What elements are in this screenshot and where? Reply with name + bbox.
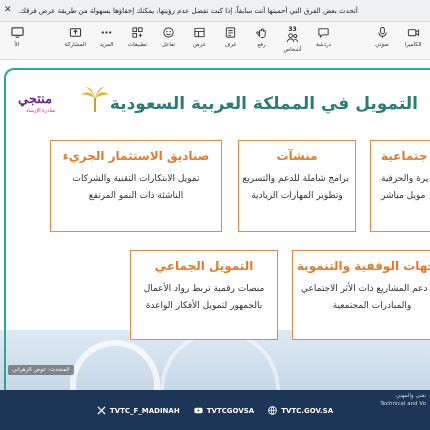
card-social: جتماعية يرة والحرفية مويل مباشر [370,140,430,232]
react-button[interactable]: تفاعل [158,26,180,48]
rooms-button[interactable]: غرف [220,26,242,48]
social-x-label: TVTC_F_MADINAH [109,406,180,415]
more-button[interactable]: المزيد [96,26,118,48]
people-button[interactable]: 33 أشخاص [282,26,304,53]
social-links: TVTC_F_MADINAH TVTCGOVSA TVTC.GOV.SA [0,406,430,415]
card-heading: جتماعية [381,149,428,163]
logo-tagline: مبادرة الإرشاد [26,108,56,114]
card-heading: الجهات الوقفية والتنموية [296,259,430,273]
x-icon [97,406,106,415]
view-icon [194,27,205,38]
camera-label: الكاميرا [404,42,422,48]
people-label: أشخاص [283,47,302,53]
raise-hand-button[interactable]: رفع [251,26,273,48]
palm-logo-icon [81,87,109,112]
toolbar-center: المشاركة المزيد تطبيقات تفاعل عرض غرف رف… [65,26,335,53]
card-endowment: الجهات الوقفية والتنموية دعم المشاريع ذا… [292,250,430,340]
card-line: منصات رقمية تربط رواد الأعمال [143,284,265,294]
camera-button[interactable]: الكاميرا [402,26,424,48]
card-line: بالجمهور لتمويل الأفكار الواعدة [145,301,263,311]
chat-button[interactable]: دردشة [313,26,335,48]
leave-label: الأ [14,42,20,48]
card-line: الناشئة ذات النمو المرتفع [88,191,184,201]
monitor-icon [10,27,24,38]
react-icon [163,27,174,38]
banner-text: أتحدث بعض الفرق التي أحميتها أنت سابقاً.… [18,6,358,15]
mic-icon [377,26,387,39]
apps-label: تطبيقات [128,42,147,48]
chat-icon [318,28,329,38]
card-crowdfunding: التمويل الجماعي منصات رقمية تربط رواد ال… [130,250,278,340]
logo-wordmark: منتجي [18,92,53,107]
social-youtube[interactable]: TVTCGOVSA [194,406,255,415]
logo: منتجي مبادرة الإرشاد [18,86,110,118]
toolbar-left: الأ [6,26,28,48]
apps-button[interactable]: تطبيقات [127,26,149,48]
shared-slide: منتجي مبادرة الإرشاد التمويل في المملكة … [0,60,430,390]
share-button[interactable]: المشاركة [65,26,87,48]
toolbar-right: صوتي الكاميرا [371,26,424,48]
mic-label: صوتي [375,42,389,48]
card-venture-funds: صناديق الاستثمار الجريء تمويل الابتكارات… [50,140,222,232]
card-line: تمويل الابتكارات التقنية والشركات [72,174,200,184]
apps-icon [132,27,143,38]
notes-icon [225,27,236,38]
view-label: عرض [193,42,206,48]
leave-button[interactable]: الأ [6,26,28,48]
notification-banner: ✕ أتحدث بعض الفرق التي أحميتها أنت سابقا… [0,0,430,22]
more-label: المزيد [99,42,114,48]
more-icon [101,31,112,34]
card-heading: صناديق الاستثمار الجريء [62,149,210,163]
card-line: برامج شاملة للدعم والتسريع [242,174,350,184]
card-line: يرة والحرفية [381,174,429,184]
slide-title: التمويل في المملكة العربية السعودية [109,94,418,114]
share-icon [69,28,82,37]
camera-icon [407,29,419,37]
raise-hand-icon [256,28,266,39]
social-youtube-label: TVTCGOVSA [206,406,255,415]
share-label: المشاركة [64,42,87,48]
web-icon [268,406,278,415]
close-icon[interactable]: ✕ [4,5,12,15]
social-web-label: TVTC.GOV.SA [281,406,334,415]
mic-button[interactable]: صوتي [371,26,393,48]
raise-hand-label: رفع [257,42,266,48]
social-web[interactable]: TVTC.GOV.SA [268,406,333,415]
card-line: مويل مباشر [381,191,426,201]
footer-bar: نقني والمهني Technical and Vo TVTC_F_MAD… [0,390,430,430]
department-line-ar: نقني والمهني [395,393,426,399]
card-heading: منشآت [276,149,318,163]
card-line: والمبادرات المجتمعية [332,301,412,311]
card-line: وتطوير المهارات الريادية [251,191,343,201]
presenter-name-tag: المتحدث: عوض الزهراني [8,365,74,375]
social-x[interactable]: TVTC_F_MADINAH [97,406,180,415]
view-button[interactable]: عرض [189,26,211,48]
rooms-label: غرف [224,42,237,48]
youtube-icon [194,407,203,414]
chat-label: دردشة [315,42,332,48]
card-line: دعم المشاريع ذات الأثر الاجتماعي [301,284,428,294]
card-monshaat: منشآت برامج شاملة للدعم والتسريع وتطوير … [238,140,356,232]
card-heading: التمويل الجماعي [154,259,254,273]
meeting-toolbar: الأ المشاركة المزيد تطبيقات تفاعل عرض غر… [0,22,430,60]
people-icon [286,33,299,43]
react-label: تفاعل [161,42,176,48]
